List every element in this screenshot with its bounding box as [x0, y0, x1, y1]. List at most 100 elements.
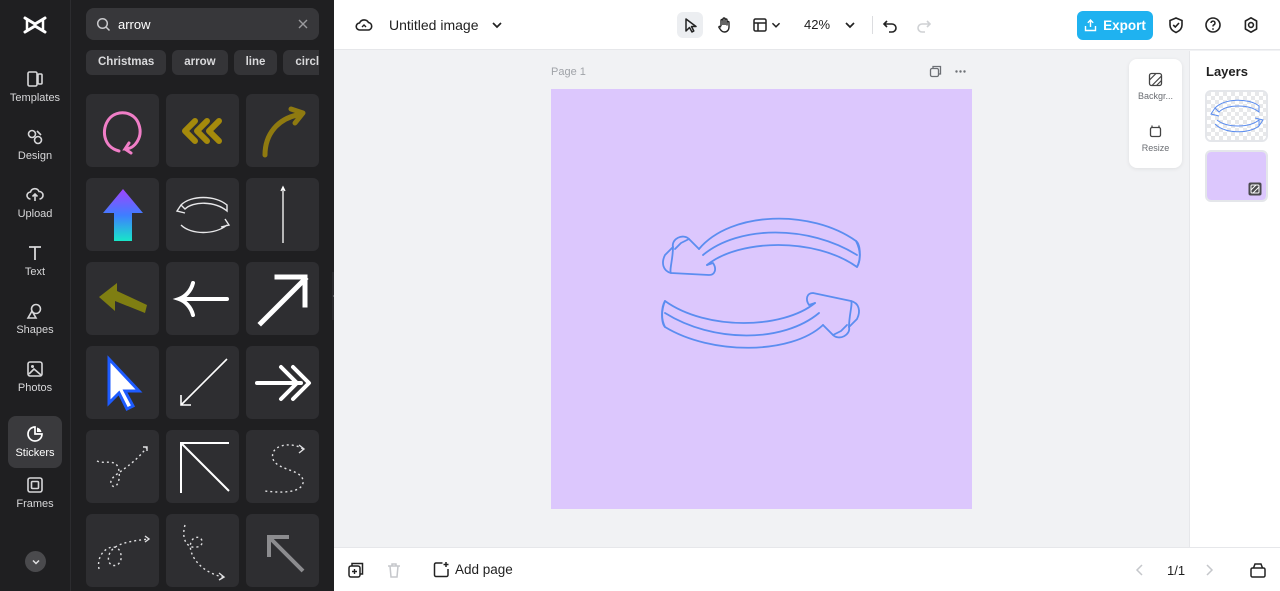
search-input[interactable]: [118, 16, 297, 32]
document-title[interactable]: Untitled image: [389, 17, 479, 33]
olive-left-arrow-sticker[interactable]: [86, 262, 159, 335]
dotted-loop-arrow-sticker[interactable]: [86, 514, 159, 587]
rail-item-text[interactable]: Text: [8, 235, 62, 287]
layout-icon: [753, 18, 767, 32]
rail-item-label: Templates: [9, 92, 61, 104]
resize-button[interactable]: Resize: [1129, 124, 1182, 153]
resize-label: Resize: [1141, 143, 1170, 153]
layer-sticker-thumbnail: [1207, 92, 1266, 140]
rail-item-label: Stickers: [15, 447, 55, 459]
more-icon[interactable]: [954, 65, 967, 78]
background-button[interactable]: Backgr...: [1129, 72, 1182, 101]
add-page-button[interactable]: Add page: [433, 561, 513, 578]
hand-tool-button[interactable]: [711, 12, 737, 38]
double-chevron-arrow-sticker[interactable]: [246, 346, 319, 419]
gradient-up-arrow-icon: [102, 188, 143, 241]
page-floating-tools: Backgr... Resize: [1129, 59, 1182, 168]
select-tool-button[interactable]: [677, 12, 703, 38]
chevron-down-icon: [492, 22, 502, 29]
cloud-sync-button[interactable]: [351, 12, 377, 38]
outline-cycle-arrows-sticker[interactable]: [166, 178, 239, 251]
photos-icon: [27, 361, 43, 377]
cursor-icon: [685, 18, 697, 33]
layer-item-background[interactable]: [1205, 150, 1268, 202]
help-button[interactable]: [1200, 12, 1226, 38]
corner-diagonal-arrow-sticker[interactable]: [166, 430, 239, 503]
chevron-left-icon[interactable]: [1131, 561, 1149, 579]
white-diagonal-arrow-sticker[interactable]: [246, 262, 319, 335]
editor-app: Templates Design Upload Text Shapes Phot…: [0, 0, 1280, 591]
bottom-toolbar: Add page 1/1: [334, 547, 1280, 591]
pages-panel-icon[interactable]: [1249, 561, 1267, 579]
rail-item-upload[interactable]: Upload: [8, 177, 62, 229]
rail-item-photos[interactable]: Photos: [8, 351, 62, 403]
duplicate-page-icon[interactable]: [929, 65, 942, 78]
export-label: Export: [1103, 18, 1146, 33]
duplicate-icon[interactable]: [347, 561, 365, 579]
rail-item-label: Photos: [17, 382, 53, 394]
close-icon[interactable]: [297, 18, 309, 30]
chip-arrow[interactable]: arrow: [172, 50, 228, 75]
frames-icon: [27, 477, 43, 493]
rail-item-frames[interactable]: Frames: [8, 467, 62, 519]
olive-curved-arrow-sticker[interactable]: [246, 94, 319, 167]
dotted-curvy-arrow-sticker[interactable]: [86, 430, 159, 503]
pixel-cursor-sticker[interactable]: [86, 346, 159, 419]
dotted-swirl-arrow-icon: [182, 524, 225, 581]
chevron-down-icon: [31, 559, 40, 565]
grey-up-left-arrow-sticker[interactable]: [246, 514, 319, 587]
layers-title: Layers: [1206, 64, 1248, 79]
pink-circular-arrow-icon: [102, 110, 141, 154]
rail-item-shapes[interactable]: Shapes: [8, 293, 62, 345]
rail-item-label: Text: [24, 266, 46, 278]
layout-dropdown-button[interactable]: [768, 12, 784, 38]
pink-circular-arrow-sticker[interactable]: [86, 94, 159, 167]
shield-button[interactable]: [1163, 12, 1189, 38]
thin-diagonal-arrow-sticker[interactable]: [166, 346, 239, 419]
olive-left-arrow-icon: [98, 282, 147, 313]
redo-button[interactable]: [911, 12, 937, 38]
rail-collapse-button[interactable]: [25, 551, 46, 572]
layer-item-sticker[interactable]: [1205, 90, 1268, 142]
rail-item-stickers[interactable]: Stickers: [8, 416, 62, 468]
olive-curved-arrow-icon: [262, 106, 305, 157]
dotted-s-arrow-icon: [264, 443, 305, 493]
dotted-loop-arrow-icon: [97, 534, 150, 569]
chevron-down-icon: [845, 22, 855, 29]
grey-up-left-arrow-icon: [266, 534, 304, 572]
pixel-cursor-icon: [107, 354, 142, 411]
dotted-swirl-arrow-sticker[interactable]: [166, 514, 239, 587]
rail-item-templates[interactable]: Templates: [8, 61, 62, 113]
capcut-logo-icon[interactable]: [22, 12, 48, 38]
chip-line[interactable]: line: [233, 50, 278, 75]
hand-icon: [718, 17, 730, 33]
chip-circle[interactable]: circle: [283, 50, 319, 75]
thin-vertical-arrow-sticker[interactable]: [246, 178, 319, 251]
white-left-arrow-sticker[interactable]: [166, 262, 239, 335]
help-icon: [1205, 17, 1221, 33]
top-toolbar: Untitled image 42% Export: [334, 0, 1280, 50]
gradient-up-arrow-sticker[interactable]: [86, 178, 159, 251]
dotted-s-arrow-sticker[interactable]: [246, 430, 319, 503]
corner-diagonal-arrow-icon: [179, 441, 230, 493]
rail-item-label: Shapes: [16, 324, 54, 336]
settings-button[interactable]: [1238, 12, 1264, 38]
undo-button[interactable]: [877, 12, 903, 38]
upload-icon: [26, 187, 44, 201]
chip-christmas[interactable]: Christmas: [86, 50, 167, 75]
export-button[interactable]: Export: [1077, 11, 1153, 40]
rail-item-design[interactable]: Design: [8, 119, 62, 171]
zoom-level[interactable]: 42%: [804, 17, 830, 32]
chevron-right-icon[interactable]: [1200, 561, 1218, 579]
olive-chevrons-sticker[interactable]: [166, 94, 239, 167]
stickers-panel: Christmasarrowlinecircle: [71, 0, 334, 591]
design-icon: [27, 129, 43, 145]
olive-chevrons-icon: [181, 117, 222, 144]
trash-icon[interactable]: [385, 561, 403, 579]
zoom-dropdown-button[interactable]: [837, 12, 863, 38]
title-dropdown-button[interactable]: [484, 12, 510, 38]
background-icon: [1248, 182, 1262, 196]
cycle-arrows-sticker-on-canvas[interactable]: [651, 199, 871, 379]
sticker-search: [86, 8, 319, 40]
design-page[interactable]: [551, 89, 972, 509]
